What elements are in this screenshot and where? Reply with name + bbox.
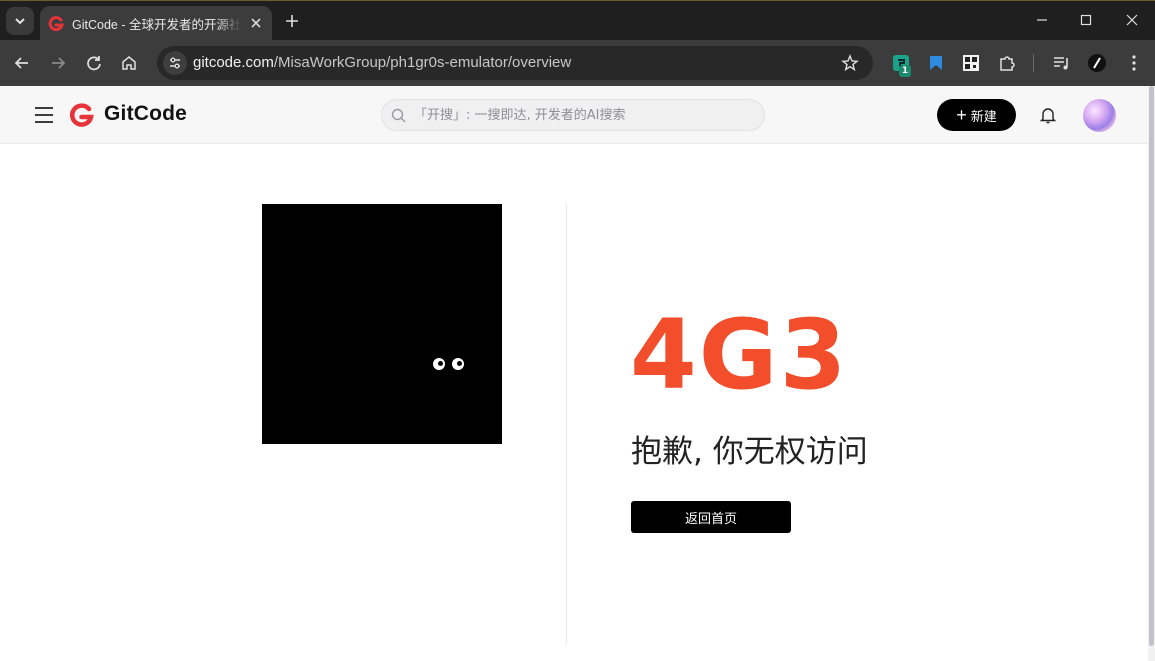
star-icon[interactable] (841, 54, 859, 72)
url-path: /MisaWorkGroup/ph1gr0s-emulator/overview (273, 54, 572, 71)
browser-tab-strip: GitCode - 全球开发者的开源社区,开源代码托管平台 (0, 0, 1155, 41)
arrow-right-icon[interactable] (47, 52, 69, 74)
eye-left (433, 358, 445, 370)
error-code: 4G3 (630, 299, 849, 411)
toolbar-separator (1033, 54, 1034, 72)
extension-bookmark-icon[interactable] (925, 52, 947, 74)
search-icon (391, 108, 406, 123)
profile-avatar-icon[interactable] (1086, 52, 1108, 74)
new-button-label: 新建 (970, 108, 997, 124)
user-avatar[interactable] (1083, 99, 1116, 132)
plus-icon[interactable] (282, 11, 302, 31)
url-host: gitcode.com (193, 54, 274, 71)
extensions-puzzle-icon[interactable] (996, 52, 1018, 74)
search-input[interactable] (414, 100, 754, 130)
error-illustration (262, 204, 502, 444)
logo-text[interactable]: GitCode (104, 102, 187, 126)
eye-right (452, 358, 464, 370)
reading-list-icon[interactable] (1050, 52, 1072, 74)
window-close-icon[interactable] (1121, 9, 1143, 31)
chevron-down-icon (15, 18, 25, 25)
site-info-button[interactable] (163, 51, 187, 75)
browser-tab-active[interactable]: GitCode - 全球开发者的开源社区,开源代码托管平台 (40, 6, 272, 41)
scrollbar-thumb[interactable] (1149, 86, 1154, 646)
url-text[interactable]: gitcode.com/MisaWorkGroup/ph1gr0s-emulat… (193, 54, 571, 71)
error-message: 抱歉, 你无权访问 (631, 434, 868, 470)
address-bar[interactable]: gitcode.com/MisaWorkGroup/ph1gr0s-emulat… (157, 46, 873, 80)
extension-badge: 1 (899, 65, 911, 77)
maximize-icon[interactable] (1075, 9, 1097, 31)
plus-icon: + (956, 105, 967, 125)
minimize-icon[interactable] (1031, 9, 1053, 31)
reload-icon[interactable] (83, 52, 105, 74)
page-scrollbar[interactable] (1148, 86, 1155, 661)
content-divider (566, 204, 567, 644)
arrow-left-icon[interactable] (11, 52, 33, 74)
home-icon[interactable] (118, 52, 140, 74)
tab-title: GitCode - 全球开发者的开源社区,开源代码托管平台 (72, 18, 242, 32)
tab-search-button[interactable] (6, 7, 34, 35)
bell-icon[interactable] (1038, 105, 1058, 125)
hamburger-icon[interactable] (34, 105, 54, 125)
extension-qrcode-icon[interactable] (960, 52, 982, 74)
gitcode-favicon-icon (48, 15, 64, 31)
search-box[interactable] (381, 99, 765, 131)
back-home-button[interactable]: 返回首页 (631, 501, 791, 533)
more-vert-icon[interactable] (1123, 52, 1145, 74)
new-button[interactable]: + 新建 (937, 99, 1016, 131)
gitcode-logo-icon[interactable] (68, 102, 95, 129)
site-header: GitCode +新建 (0, 86, 1148, 144)
tune-icon (170, 57, 180, 69)
browser-toolbar: gitcode.com/MisaWorkGroup/ph1gr0s-emulat… (0, 40, 1155, 86)
close-icon[interactable] (248, 15, 264, 31)
